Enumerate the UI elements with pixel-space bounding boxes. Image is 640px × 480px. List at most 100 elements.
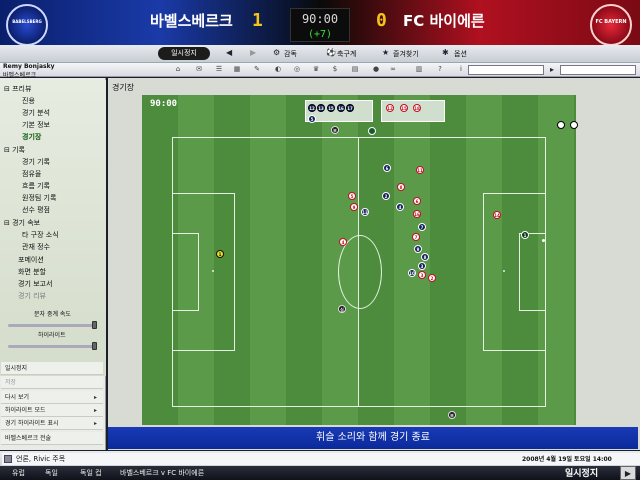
action-replay[interactable]: 다시 보기 ▸ — [1, 391, 103, 404]
bench-home-player[interactable]: 16 — [337, 104, 345, 112]
home-icon[interactable]: ⌂ — [173, 65, 183, 74]
crumb-germany[interactable]: 독일 — [45, 468, 58, 478]
highlight-slider[interactable] — [8, 345, 96, 348]
player-marker[interactable]: 5 — [348, 192, 356, 200]
match-clock: 90:00 (+7) — [290, 8, 350, 42]
player-marker[interactable]: 9 — [350, 203, 358, 211]
trophy-icon[interactable]: ♛ — [311, 65, 321, 74]
forward-icon[interactable]: ▶ — [250, 48, 256, 57]
pause-button[interactable]: 일시정지 — [158, 47, 210, 60]
player-marker[interactable]: 7 — [418, 223, 426, 231]
bottom-pause-button[interactable]: 일시정지 — [565, 466, 598, 479]
centre-circle — [338, 235, 382, 309]
search-go-icon[interactable]: ▸ — [547, 65, 557, 75]
player-marker[interactable]: 6 — [413, 197, 421, 205]
ball — [542, 239, 545, 242]
player-marker[interactable]: 10 — [408, 269, 416, 277]
scouting-icon[interactable]: ◎ — [292, 65, 302, 74]
news-icon[interactable]: ▤ — [350, 65, 360, 74]
commentary-speed-thumb[interactable] — [92, 321, 97, 329]
player-marker[interactable]: 7 — [412, 233, 420, 241]
quick-search-input[interactable] — [560, 65, 636, 75]
sidebar-item-records[interactable]: ⊟ 기록 — [4, 145, 110, 156]
player-marker[interactable]: 5 — [308, 115, 316, 123]
search-input[interactable] — [468, 65, 544, 75]
away-score: 0 — [376, 10, 387, 31]
player-marker[interactable]: 2 — [428, 274, 436, 282]
player-marker[interactable]: 16 — [413, 210, 421, 218]
manager-menu[interactable]: 감독 — [284, 49, 297, 59]
action-save: 저장 — [1, 376, 103, 389]
right-penalty-spot — [503, 270, 505, 272]
options-menu[interactable]: 옵션 — [454, 49, 467, 59]
info-icon[interactable]: i — [456, 65, 466, 74]
crumb-europe[interactable]: 유럽 — [12, 468, 25, 478]
player-marker[interactable]: 3 — [418, 271, 426, 279]
player-marker[interactable]: 1 — [521, 231, 529, 239]
player-marker[interactable]: 8 — [421, 253, 429, 261]
manager-marker — [368, 127, 376, 135]
crumb-cup[interactable]: 독일 컵 — [80, 468, 102, 478]
match-header: BABELSBERG FC BAYERN 바벨스베르크 FC 바이에른 1 0 … — [0, 0, 640, 48]
ball-icon[interactable]: ● — [371, 65, 381, 74]
football-menu[interactable]: 축구계 — [337, 49, 356, 59]
crumb-match[interactable]: 바벨스베르크 v FC 바이에른 — [120, 468, 204, 478]
page-title: 경기장 — [112, 83, 135, 92]
main-toolbar: 일시정지 ◀ ▶ ⚙ 감독 ⚽ 축구계 ★ 즐겨찾기 ✱ 옵션 — [0, 45, 640, 63]
bench-away-player[interactable]: 12 — [386, 104, 394, 112]
assistant-referee-marker: 부 — [448, 411, 456, 419]
commentary-bar: 휘슬 소리와 함께 경기 종료 — [108, 427, 638, 449]
manager-icon: ⚙ — [273, 48, 281, 57]
star-icon: ★ — [382, 48, 390, 57]
binoculars-icon[interactable]: ∞ — [388, 65, 398, 74]
action-tactics[interactable]: 바벨스베르크 전술 — [1, 432, 103, 445]
player-marker[interactable]: 1 — [216, 250, 224, 258]
player-marker[interactable]: 2 — [382, 192, 390, 200]
training-icon[interactable]: ◐ — [273, 65, 283, 74]
user-name: Remy Bonjasky — [3, 63, 55, 70]
continue-icon[interactable]: ▶ — [620, 466, 636, 480]
home-score: 1 — [252, 10, 263, 31]
home-team-name: 바벨스베르크 — [150, 12, 233, 30]
player-marker[interactable]: 13 — [361, 208, 369, 216]
help-icon[interactable]: ? — [435, 65, 445, 74]
commentary-speed-slider[interactable] — [8, 324, 96, 327]
player-marker[interactable]: 3 — [418, 262, 426, 270]
action-show-highlights[interactable]: 경기 하이라이트 표시 ▸ — [1, 417, 103, 430]
sidebar-item-preview[interactable]: ⊟ 프리뷰 — [4, 84, 110, 95]
player-marker[interactable]: 11 — [416, 166, 424, 174]
game-date: 2008년 4월 19일 토요일 14:00 — [522, 456, 612, 463]
bench-home-player[interactable]: 13 — [317, 104, 325, 112]
right-goal-area — [519, 233, 546, 311]
news-text[interactable]: 언론, Rivic 주목 — [16, 454, 65, 464]
player-marker[interactable]: 14 — [493, 211, 501, 219]
bench-away-player[interactable]: 15 — [400, 104, 408, 112]
sidebar-item-live[interactable]: ⊟ 경기 속보 — [4, 218, 110, 229]
bench-home-player[interactable]: 17 — [346, 104, 354, 112]
away-crest: FC BAYERN — [590, 4, 632, 46]
inbox-icon[interactable]: ✉ — [194, 65, 204, 74]
news-icon[interactable] — [4, 455, 12, 463]
player-marker[interactable]: 6 — [383, 164, 391, 172]
pitch-view — [142, 95, 576, 425]
action-pause[interactable]: 일시정지 — [1, 362, 103, 375]
favorites-menu[interactable]: 즐겨찾기 — [393, 49, 419, 59]
squad-icon[interactable]: ☰ — [214, 65, 224, 74]
action-highlight-mode[interactable]: 하이라이트 모드 ▸ — [1, 404, 103, 417]
options-icon: ✱ — [442, 48, 449, 57]
player-marker[interactable]: 8 — [397, 183, 405, 191]
finance-icon[interactable]: $ — [330, 65, 340, 74]
bench-away-player[interactable]: 18 — [413, 104, 421, 112]
stats-icon[interactable]: ▥ — [414, 65, 424, 74]
highlight-thumb[interactable] — [92, 342, 97, 350]
away-team-name: FC 바이에른 — [403, 12, 485, 30]
bench-home-player[interactable]: 12 — [308, 104, 316, 112]
calendar-icon[interactable]: ▦ — [232, 65, 242, 74]
player-marker[interactable]: 9 — [414, 245, 422, 253]
bench-home-player[interactable]: 15 — [327, 104, 335, 112]
tactics-icon[interactable]: ✎ — [252, 65, 262, 74]
back-icon[interactable]: ◀ — [226, 48, 232, 57]
player-marker[interactable]: 4 — [396, 203, 404, 211]
player-marker[interactable]: 4 — [339, 238, 347, 246]
referee-marker: 심 — [338, 305, 346, 313]
